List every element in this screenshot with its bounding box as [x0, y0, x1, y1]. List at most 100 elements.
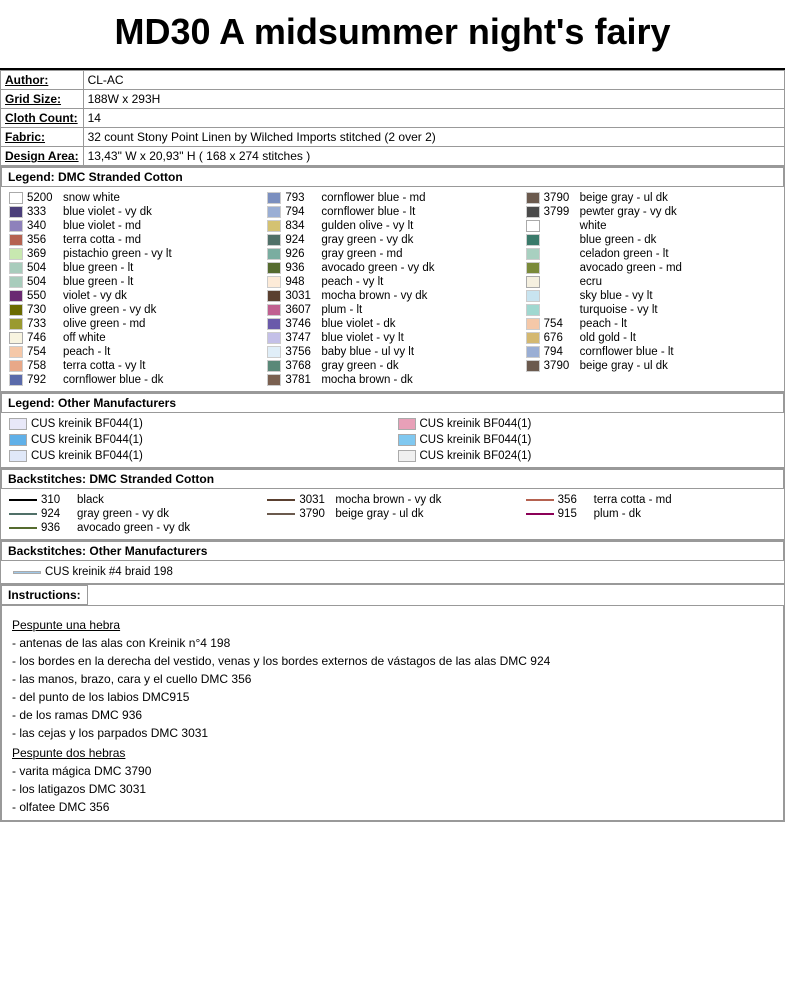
legend-dmc-grid: 5200snow white793cornflower blue - md379… [5, 191, 780, 387]
grid-value: 188W x 293H [83, 90, 784, 109]
dmc-number: 3799 [544, 206, 576, 218]
instructions-body: Pespunte una hebra- antenas de las alas … [1, 605, 784, 821]
legend-dmc-body: 5200snow white793cornflower blue - md379… [1, 187, 784, 391]
legend-other-header: Legend: Other Manufacturers [1, 393, 784, 413]
dmc-name: pewter gray - vy dk [580, 206, 677, 218]
legend-dmc-item: 676old gold - lt [522, 331, 780, 345]
legend-other-item: CUS kreinik BF044(1) [5, 433, 392, 447]
color-swatch [9, 192, 23, 204]
color-swatch [267, 290, 281, 302]
dmc-number: 3747 [285, 332, 317, 344]
other-swatch [398, 418, 416, 430]
color-swatch [267, 206, 281, 218]
instruction-line: - del punto de los labios DMC915 [12, 690, 773, 704]
backstitch-name: terra cotta - md [594, 494, 672, 506]
dmc-number: 794 [544, 346, 576, 358]
dmc-name: mocha brown - vy dk [321, 290, 427, 302]
dmc-name: blue green - lt [63, 276, 133, 288]
legend-dmc-item: 794cornflower blue - lt [522, 345, 780, 359]
legend-dmc-item: 333blue violet - vy dk [5, 205, 263, 219]
info-table: Author: CL-AC Grid Size: 188W x 293H Clo… [0, 70, 785, 166]
dmc-name: beige gray - ul dk [580, 192, 668, 204]
dmc-name: baby blue - ul vy lt [321, 346, 414, 358]
dmc-number: 340 [27, 220, 59, 232]
color-swatch [9, 360, 23, 372]
legend-dmc-item: 3790beige gray - ul dk [522, 359, 780, 373]
color-swatch [526, 318, 540, 330]
color-swatch [9, 346, 23, 358]
backstitch-other-item: CUS kreinik #4 braid 198 [9, 565, 776, 579]
instruction-line: - antenas de las alas con Kreinik n°4 19… [12, 636, 773, 650]
color-swatch [9, 206, 23, 218]
dmc-name: blue violet - vy dk [63, 206, 152, 218]
legend-dmc-item: 3768gray green - dk [263, 359, 521, 373]
dmc-name: gray green - vy dk [321, 234, 413, 246]
color-swatch [526, 360, 540, 372]
dmc-number: 504 [27, 262, 59, 274]
legend-other-item: CUS kreinik BF044(1) [5, 449, 392, 463]
legend-other-body: CUS kreinik BF044(1) CUS kreinik BF044(1)… [1, 413, 784, 467]
backstitch-dmc-header: Backstitches: DMC Stranded Cotton [1, 469, 784, 489]
color-swatch [267, 374, 281, 386]
color-swatch [526, 290, 540, 302]
color-swatch [9, 332, 23, 344]
dmc-name: olive green - vy dk [63, 304, 156, 316]
dmc-name: avocado green - vy dk [321, 262, 434, 274]
legend-dmc-item: celadon green - lt [522, 247, 780, 261]
dmc-number: 676 [544, 332, 576, 344]
grid-label: Grid Size: [1, 90, 84, 109]
backstitch-item: 936avocado green - vy dk [5, 521, 263, 535]
legend-dmc-item: 746off white [5, 331, 263, 345]
other-swatch [9, 418, 27, 430]
backstitch-other-section: Backstitches: Other Manufacturers CUS kr… [0, 540, 785, 584]
dmc-number: 3781 [285, 374, 317, 386]
other-label: CUS kreinik BF044(1) [420, 434, 532, 446]
dmc-name: cornflower blue - lt [321, 206, 415, 218]
other-label: CUS kreinik BF044(1) [420, 418, 532, 430]
legend-dmc-item: 369pistachio green - vy lt [5, 247, 263, 261]
other-label: CUS kreinik BF044(1) [31, 434, 143, 446]
backstitch-num: 936 [41, 522, 73, 534]
dmc-number: 754 [544, 318, 576, 330]
dmc-name: gray green - md [321, 248, 402, 260]
color-swatch [267, 234, 281, 246]
other-swatch [9, 434, 27, 446]
dmc-name: cornflower blue - md [321, 192, 425, 204]
dmc-number: 369 [27, 248, 59, 260]
legend-dmc-item: 926gray green - md [263, 247, 521, 261]
backstitch-line [9, 527, 37, 529]
dmc-number: 758 [27, 360, 59, 372]
color-swatch [267, 304, 281, 316]
legend-dmc-item: 3756baby blue - ul vy lt [263, 345, 521, 359]
other-label: CUS kreinik BF044(1) [31, 450, 143, 462]
other-swatch [398, 434, 416, 446]
author-label: Author: [1, 71, 84, 90]
backstitch-name: beige gray - ul dk [335, 508, 423, 520]
backstitch-item: 3031mocha brown - vy dk [263, 493, 521, 507]
legend-dmc-item: 504blue green - lt [5, 261, 263, 275]
title-section: MD30 A midsummer night's fairy [0, 0, 785, 70]
dmc-name: ecru [580, 276, 602, 288]
color-swatch [9, 290, 23, 302]
dmc-number: 793 [285, 192, 317, 204]
dmc-number: 550 [27, 290, 59, 302]
color-swatch [267, 346, 281, 358]
legend-dmc-section: Legend: DMC Stranded Cotton 5200snow whi… [0, 166, 785, 392]
backstitch-num: 356 [558, 494, 590, 506]
legend-dmc-item: 754peach - lt [522, 317, 780, 331]
color-swatch [267, 276, 281, 288]
dmc-number: 746 [27, 332, 59, 344]
color-swatch [526, 206, 540, 218]
legend-dmc-item: 936avocado green - vy dk [263, 261, 521, 275]
legend-dmc-item: 924gray green - vy dk [263, 233, 521, 247]
dmc-name: sky blue - vy lt [580, 290, 653, 302]
backstitch-item: 924gray green - vy dk [5, 507, 263, 521]
dmc-number: 356 [27, 234, 59, 246]
legend-other-item: CUS kreinik BF044(1) [394, 417, 781, 431]
legend-dmc-item: 733olive green - md [5, 317, 263, 331]
dmc-number: 3790 [544, 192, 576, 204]
dmc-number: 792 [27, 374, 59, 386]
dmc-number: 794 [285, 206, 317, 218]
backstitch-item: 310black [5, 493, 263, 507]
instruction-line: - los bordes en la derecha del vestido, … [12, 654, 773, 668]
